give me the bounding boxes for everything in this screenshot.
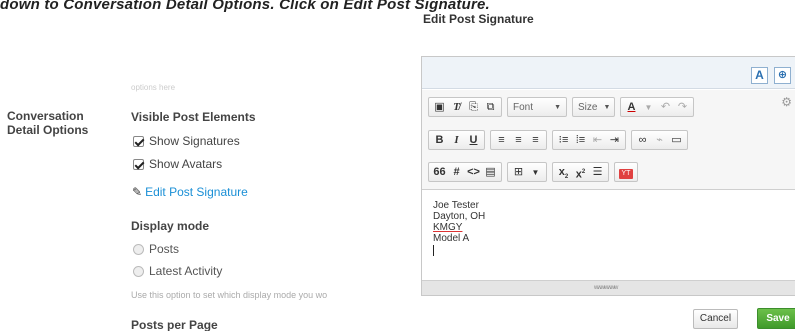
text-style-group: B I U bbox=[428, 130, 485, 150]
save-button[interactable]: Save bbox=[757, 308, 795, 329]
paste-text-icon[interactable]: ⧉ bbox=[482, 99, 499, 116]
bold-button[interactable]: B bbox=[431, 132, 448, 149]
numbered-list-icon[interactable]: ⁝≡ bbox=[555, 132, 572, 149]
section-label-conversation-detail: Conversation Detail Options bbox=[7, 109, 89, 137]
link-group: ∞ ⌁ ▭ bbox=[631, 130, 688, 150]
display-mode-latest-activity-option[interactable]: Latest Activity bbox=[133, 264, 222, 278]
faded-hint-text: options here bbox=[131, 83, 176, 92]
globe-icon[interactable]: ⊕ bbox=[774, 67, 791, 84]
paste-icon[interactable]: ⎘ bbox=[465, 99, 482, 116]
chevron-down-icon: ▼ bbox=[554, 103, 561, 111]
hashtag-button[interactable]: # bbox=[448, 164, 465, 181]
superscript-button[interactable]: x2 bbox=[572, 164, 589, 181]
text-cursor bbox=[433, 245, 434, 256]
remove-format-icon[interactable]: T̸ bbox=[448, 99, 465, 116]
text-color-button[interactable]: A bbox=[623, 99, 640, 116]
display-mode-help-text: Use this option to set which display mod… bbox=[131, 290, 328, 300]
outdent-icon[interactable]: ⇤ bbox=[589, 132, 606, 149]
bulleted-list-icon[interactable]: ⁞≡ bbox=[572, 132, 589, 149]
table-icon[interactable]: ⊞ bbox=[510, 164, 527, 181]
visible-post-elements-title: Visible Post Elements bbox=[131, 110, 256, 124]
color-history-group: A ▼ ↶ ↷ bbox=[620, 97, 694, 117]
script-group: x2 x2 ☰ bbox=[552, 162, 609, 182]
show-avatars-option[interactable]: Show Avatars bbox=[133, 157, 222, 171]
cancel-button[interactable]: Cancel bbox=[693, 309, 738, 329]
clipboard-group: ▣ T̸ ⎘ ⧉ bbox=[428, 97, 502, 117]
font-select-label: Font bbox=[513, 101, 534, 113]
undo-icon[interactable]: ↶ bbox=[657, 99, 674, 116]
editor-toolbar: ▣ T̸ ⎘ ⧉ Font ▼ Size ▼ A ▼ ↶ ↷ ⚙ B I U ≡… bbox=[422, 90, 795, 190]
source-icon[interactable]: ▣ bbox=[431, 99, 448, 116]
dialog-title: Edit Post Signature bbox=[423, 12, 534, 26]
image-icon[interactable]: ▭ bbox=[668, 132, 685, 149]
toolbar-row-3: 66 # <> ▤ ⊞ ▼ x2 x2 ☰ YT bbox=[428, 162, 643, 182]
show-avatars-checkbox[interactable] bbox=[133, 158, 144, 170]
posts-radio[interactable] bbox=[133, 243, 144, 255]
video-icon[interactable]: YT bbox=[617, 164, 635, 181]
posts-label: Posts bbox=[149, 242, 180, 256]
italic-button[interactable]: I bbox=[448, 132, 465, 149]
pencil-icon: ✎ bbox=[132, 185, 143, 199]
editor-resize-bar[interactable]: wwwwwww bbox=[422, 280, 795, 295]
resize-grip-icon[interactable]: wwwwwww bbox=[594, 285, 628, 291]
align-left-icon[interactable]: ≡ bbox=[493, 132, 510, 149]
edit-post-signature-label: Edit Post Signature bbox=[145, 185, 248, 199]
latest-activity-label: Latest Activity bbox=[149, 264, 223, 278]
alignment-group: ≡ ≡ ≡ bbox=[490, 130, 547, 150]
subscript-button[interactable]: x2 bbox=[555, 164, 572, 181]
editor-header-bar: A ⊕ bbox=[422, 57, 795, 89]
latest-activity-radio[interactable] bbox=[133, 265, 144, 277]
code-button[interactable]: <> bbox=[465, 164, 482, 181]
signature-line: Model A bbox=[433, 233, 470, 244]
show-signatures-checkbox[interactable] bbox=[133, 135, 144, 147]
signature-text-area[interactable]: Joe Tester Dayton, OH KMGY Model A bbox=[422, 191, 795, 281]
underline-button[interactable]: U bbox=[465, 132, 482, 149]
superscript-mark: 2 bbox=[581, 168, 586, 175]
subscript-mark: 2 bbox=[564, 173, 569, 180]
signature-line: Joe Tester bbox=[433, 200, 479, 211]
signature-line: KMGY bbox=[433, 222, 463, 233]
show-signatures-label: Show Signatures bbox=[149, 134, 240, 148]
video-badge: YT bbox=[619, 168, 633, 179]
table-group: ⊞ ▼ bbox=[507, 162, 547, 182]
php-code-icon[interactable]: ▤ bbox=[482, 164, 499, 181]
horizontal-rule-icon[interactable]: ☰ bbox=[589, 164, 606, 181]
insert-group: 66 # <> ▤ bbox=[428, 162, 502, 182]
toolbar-row-2: B I U ≡ ≡ ≡ ⁝≡ ⁞≡ ⇤ ⇥ ∞ ⌁ ▭ bbox=[428, 130, 693, 150]
align-center-icon[interactable]: ≡ bbox=[510, 132, 527, 149]
show-signatures-option[interactable]: Show Signatures bbox=[133, 134, 240, 148]
settings-panel: options here Conversation Detail Options… bbox=[0, 0, 410, 331]
chevron-down-icon: ▼ bbox=[603, 103, 611, 111]
wysiwyg-mode-button[interactable]: A bbox=[751, 67, 768, 84]
size-select-label: Size bbox=[578, 101, 598, 113]
align-right-icon[interactable]: ≡ bbox=[527, 132, 544, 149]
font-select[interactable]: Font ▼ bbox=[507, 97, 567, 117]
unlink-icon[interactable]: ⌁ bbox=[651, 132, 668, 149]
redo-icon[interactable]: ↷ bbox=[674, 99, 691, 116]
toolbar-row-1: ▣ T̸ ⎘ ⧉ Font ▼ Size ▼ A ▼ ↶ ↷ bbox=[428, 97, 699, 117]
chevron-down-icon[interactable]: ▼ bbox=[640, 99, 657, 116]
quote-button[interactable]: 66 bbox=[431, 164, 448, 181]
media-group: YT bbox=[614, 162, 638, 182]
list-group: ⁝≡ ⁞≡ ⇤ ⇥ bbox=[552, 130, 626, 150]
edit-post-signature-link[interactable]: ✎ Edit Post Signature bbox=[132, 185, 248, 199]
signature-line: Dayton, OH bbox=[433, 211, 486, 222]
show-avatars-label: Show Avatars bbox=[149, 157, 223, 171]
display-mode-posts-option[interactable]: Posts bbox=[133, 242, 179, 256]
posts-per-page-title: Posts per Page bbox=[131, 318, 218, 331]
display-mode-title: Display mode bbox=[131, 219, 210, 233]
chevron-down-icon[interactable]: ▼ bbox=[527, 164, 544, 181]
signature-editor: A ⊕ ▣ T̸ ⎘ ⧉ Font ▼ Size ▼ A ▼ ↶ ↷ ⚙ B I… bbox=[421, 56, 795, 296]
size-select[interactable]: Size ▼ bbox=[572, 97, 615, 117]
gear-icon[interactable]: ⚙ bbox=[781, 95, 792, 109]
link-icon[interactable]: ∞ bbox=[634, 132, 651, 149]
indent-icon[interactable]: ⇥ bbox=[606, 132, 623, 149]
